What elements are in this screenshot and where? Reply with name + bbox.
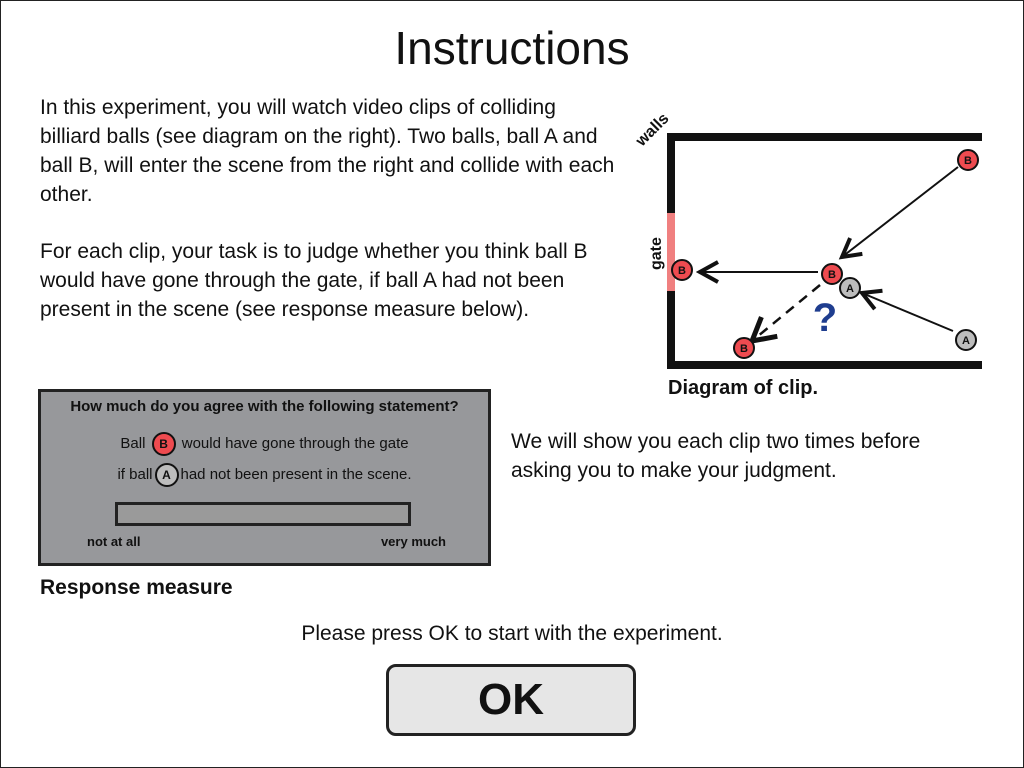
statement-text: if ball — [117, 465, 153, 483]
scale-label-left: not at all — [87, 534, 141, 549]
ball-a-collision: A — [839, 277, 861, 299]
ball-b-counterfactual-arrow — [752, 284, 821, 341]
ok-button[interactable]: OK — [386, 664, 636, 736]
response-slider — [115, 502, 411, 526]
press-ok-text: Please press OK to start with the experi… — [301, 622, 723, 645]
scale-label-right: very much — [380, 534, 446, 549]
svg-text:B: B — [964, 155, 972, 167]
svg-text:A: A — [846, 283, 854, 295]
gate-shape — [667, 213, 675, 291]
response-caption: Response measure — [40, 576, 233, 599]
svg-text:B: B — [828, 269, 836, 281]
ball-a-start: A — [955, 329, 977, 351]
ball-b-gate: B — [671, 259, 693, 281]
statement-line-1: Ball B would have gone through the gate — [41, 432, 488, 456]
statement-line-2: if ball Ahad not been present in the scen… — [41, 463, 488, 487]
ball-b-counterfactual: B — [733, 337, 755, 359]
intro-paragraph: In this experiment, you will watch video… — [40, 96, 615, 206]
ball-a-incoming-arrow — [862, 293, 954, 332]
diagram-caption: Diagram of clip. — [668, 377, 819, 399]
repeat-info-text: We will show you each clip two times bef… — [511, 430, 921, 482]
question-mark-icon: ? — [813, 296, 837, 340]
clip-diagram: walls gate B B A B B A ? — [632, 110, 982, 369]
statement-text: Ball — [120, 434, 146, 452]
ball-b-collision: B — [821, 263, 843, 285]
page-title: Instructions — [394, 22, 630, 74]
svg-text:B: B — [740, 343, 748, 355]
ball-b-start: B — [957, 149, 979, 171]
ball-b-badge: B — [151, 432, 176, 456]
ball-a-badge: A — [154, 463, 179, 487]
svg-text:B: B — [678, 265, 686, 277]
response-measure-panel: How much do you agree with the following… — [38, 389, 491, 566]
gate-label: gate — [648, 237, 665, 270]
response-question: How much do you agree with the following… — [70, 398, 459, 415]
task-paragraph: For each clip, your task is to judge whe… — [40, 240, 588, 321]
walls-label: walls — [632, 110, 672, 150]
statement-text: had not been present in the scene. — [180, 465, 412, 483]
statement-text: would have gone through the gate — [181, 434, 409, 452]
svg-text:A: A — [962, 335, 970, 347]
ball-b-incoming-arrow — [842, 166, 959, 257]
